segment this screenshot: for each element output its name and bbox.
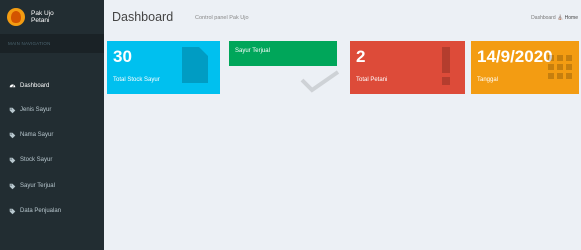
info-box-tanggal[interactable]: 14/9/2020 Tanggal xyxy=(471,41,579,94)
tag-icon xyxy=(9,157,16,164)
tag-icon xyxy=(9,132,16,139)
file-icon xyxy=(182,47,208,83)
sidebar-item-sayur-terjual[interactable]: Sayur Terjual xyxy=(0,176,104,196)
sidebar-item-label: Stock Sayur xyxy=(20,157,53,163)
box-value: 2 xyxy=(356,47,366,66)
sidebar-item-nama-sayur[interactable]: Nama Sayur xyxy=(0,125,104,145)
brand-line-1: Pak Ujo xyxy=(31,9,54,17)
sidebar-item-label: Nama Sayur xyxy=(20,132,54,138)
sidebar-item-label: Data Penjualan xyxy=(20,208,62,214)
sidebar-item-data-penjualan[interactable]: Data Penjualan xyxy=(0,201,104,221)
breadcrumb: Dashboard ⛪ Home xyxy=(531,15,578,21)
breadcrumb-parent[interactable]: Dashboard xyxy=(531,15,555,21)
box-label: Tanggal xyxy=(477,77,499,83)
sidebar-item-stock-sayur[interactable]: Stock Sayur xyxy=(0,150,104,170)
brand-logo xyxy=(7,8,25,26)
box-value: 14/9/2020 xyxy=(477,47,553,66)
content-header: Dashboard Control panel Pak Ujo Dashboar… xyxy=(104,0,581,34)
dashboard-icon xyxy=(9,83,16,90)
home-icon: ⛪ xyxy=(557,15,564,21)
nav-header: MAIN NAVIGATION xyxy=(0,34,104,53)
tag-icon xyxy=(9,208,16,215)
brand[interactable]: Pak Ujo Petani xyxy=(0,0,104,34)
tag-icon xyxy=(9,183,16,190)
info-box-total-stock[interactable]: 30 Total Stock Sayur xyxy=(107,41,220,94)
brand-text: Pak Ujo Petani xyxy=(31,10,54,25)
calendar-icon xyxy=(548,55,572,79)
sidebar-item-label: Dashboard xyxy=(20,83,50,89)
brand-line-2: Petani xyxy=(31,17,50,24)
info-box-total-petani[interactable]: 2 Total Petani xyxy=(350,41,465,94)
page-subtitle: Control panel Pak Ujo xyxy=(195,15,249,21)
box-label: Sayur Terjual xyxy=(235,48,270,54)
sidebar-item-label: Sayur Terjual xyxy=(20,183,55,189)
info-box-sayur-terjual[interactable]: Sayur Terjual xyxy=(229,41,337,66)
sidebar-item-label: Jenis Sayur xyxy=(20,107,52,113)
sidebar: Pak Ujo Petani MAIN NAVIGATION Dashboard… xyxy=(0,0,104,250)
sidebar-item-dashboard[interactable]: Dashboard xyxy=(0,76,104,96)
box-label: Total Petani xyxy=(356,77,388,83)
sidebar-item-jenis-sayur[interactable]: Jenis Sayur xyxy=(0,100,104,120)
breadcrumb-current: Home xyxy=(564,15,578,21)
box-value: 30 xyxy=(113,47,132,66)
check-icon xyxy=(300,70,340,93)
tag-icon xyxy=(9,107,16,114)
box-label: Total Stock Sayur xyxy=(113,77,160,83)
page-title: Dashboard xyxy=(112,10,174,24)
exclamation-icon xyxy=(442,47,450,85)
